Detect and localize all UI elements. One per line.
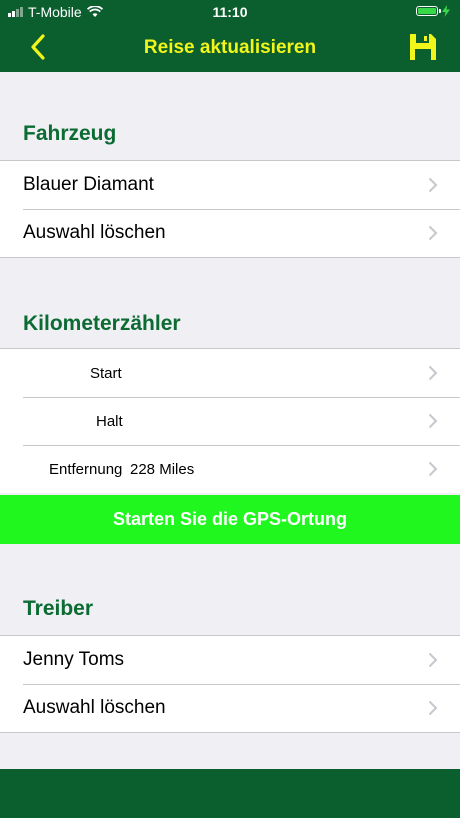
vehicle-section-header: Fahrzeug bbox=[23, 122, 117, 145]
odometer-stop-row[interactable]: Halt bbox=[0, 397, 460, 445]
driver-clear-label: Auswahl löschen bbox=[23, 697, 166, 718]
navigation-bar: Reise aktualisieren bbox=[0, 24, 460, 72]
driver-selection-row[interactable]: Jenny Toms bbox=[0, 636, 460, 684]
odometer-stop-label: Halt bbox=[96, 413, 123, 430]
chevron-right-icon bbox=[428, 700, 438, 716]
odometer-distance-row[interactable]: Entfernung 228 Miles bbox=[0, 445, 460, 493]
odometer-start-row[interactable]: Start bbox=[0, 349, 460, 397]
charging-bolt-icon bbox=[442, 5, 450, 17]
chevron-right-icon bbox=[428, 177, 438, 193]
battery-icon bbox=[416, 6, 441, 16]
status-time: 11:10 bbox=[212, 4, 248, 20]
chevron-right-icon bbox=[428, 461, 438, 477]
page-title: Reise aktualisieren bbox=[143, 37, 317, 58]
vehicle-group: Blauer Diamant Auswahl löschen bbox=[0, 160, 460, 258]
floppy-disk-icon bbox=[410, 34, 436, 60]
status-right bbox=[416, 5, 450, 17]
start-gps-tracking-button[interactable]: Starten Sie die GPS-Ortung bbox=[0, 495, 460, 544]
odometer-group: Start Halt Entfernung 228 Miles bbox=[0, 348, 460, 493]
vehicle-clear-label: Auswahl löschen bbox=[23, 222, 166, 243]
save-button[interactable] bbox=[408, 32, 438, 62]
chevron-right-icon bbox=[428, 652, 438, 668]
vehicle-selection-row[interactable]: Blauer Diamant bbox=[0, 161, 460, 209]
bottom-bar bbox=[0, 769, 460, 818]
odometer-start-label: Start bbox=[90, 365, 122, 382]
distance-label: Entfernung bbox=[49, 461, 123, 478]
chevron-right-icon bbox=[428, 225, 438, 241]
odometer-section-header: Kilometerzähler bbox=[23, 312, 181, 335]
driver-section-header: Treiber bbox=[23, 597, 94, 620]
status-bar: T-Mobile 11:10 bbox=[0, 0, 460, 24]
driver-clear-row[interactable]: Auswahl löschen bbox=[0, 684, 460, 732]
driver-group: Jenny Toms Auswahl löschen bbox=[0, 635, 460, 733]
chevron-right-icon bbox=[428, 413, 438, 429]
chevron-right-icon bbox=[428, 365, 438, 381]
vehicle-clear-row[interactable]: Auswahl löschen bbox=[0, 209, 460, 257]
driver-name: Jenny Toms bbox=[23, 649, 125, 670]
vehicle-name: Blauer Diamant bbox=[23, 174, 154, 195]
distance-value: 228 Miles bbox=[130, 461, 195, 478]
